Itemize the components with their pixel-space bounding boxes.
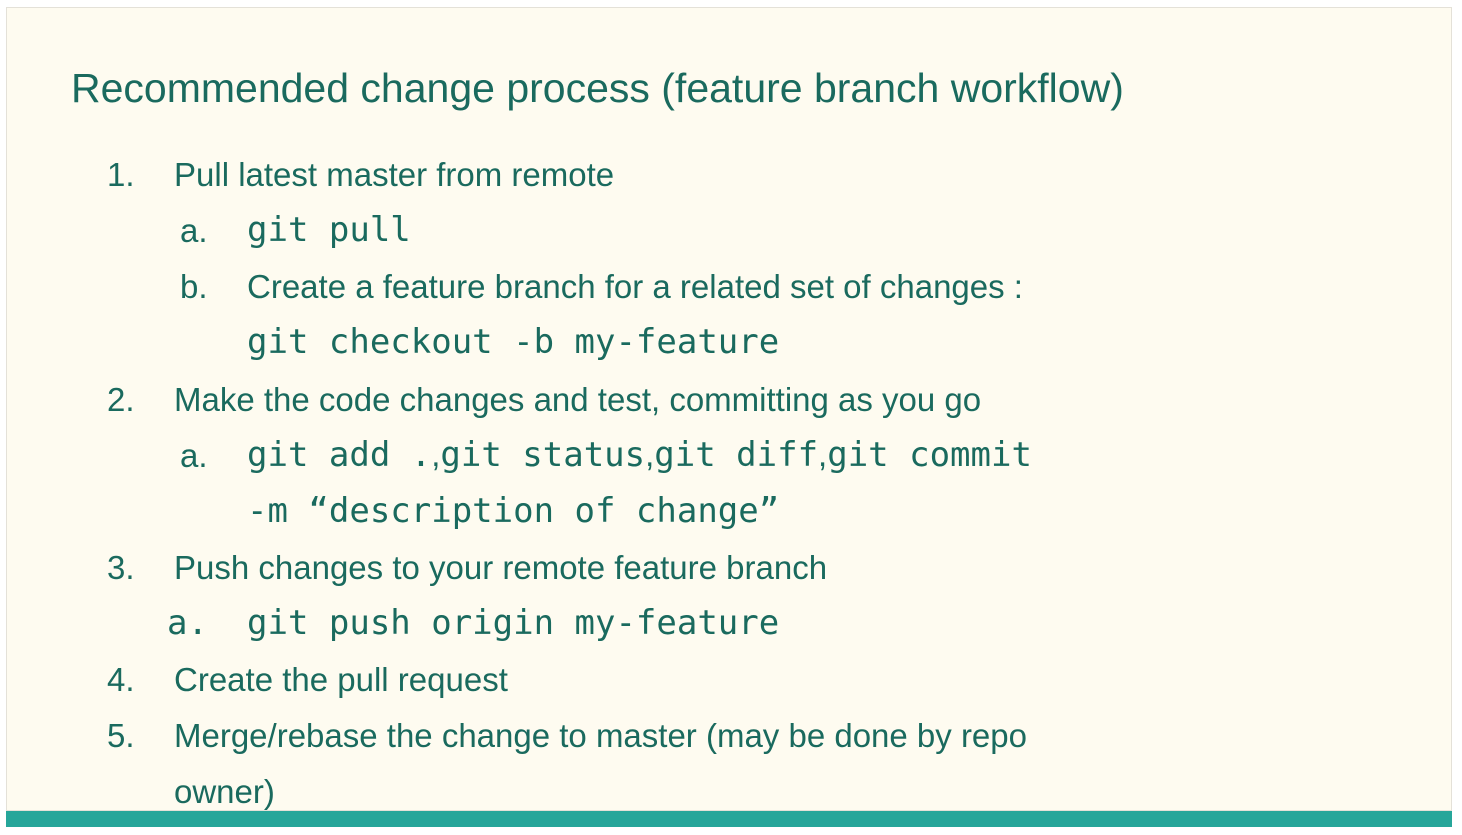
step-2a-separator: , bbox=[818, 436, 828, 473]
step-3-text: Push changes to your remote feature bran… bbox=[174, 549, 828, 586]
step-3a-code: git push origin my-feature bbox=[247, 603, 780, 643]
step-3a-marker: a. bbox=[167, 603, 208, 643]
step-1-text: Pull latest master from remote bbox=[174, 156, 615, 193]
step-2-number: 2. bbox=[107, 381, 135, 418]
step-3-number: 3. bbox=[107, 549, 135, 586]
step-2a-code-git-diff: git diff bbox=[654, 435, 819, 475]
step-2a-code-continued: -m “description of change” bbox=[247, 491, 780, 531]
step-2a-code-git-add: git add . bbox=[247, 435, 432, 475]
step-1a-marker: a. bbox=[180, 212, 208, 249]
step-4-text: Create the pull request bbox=[174, 661, 508, 698]
step-1b-code: git checkout -b my-feature bbox=[247, 322, 780, 362]
step-2a-marker: a. bbox=[180, 437, 208, 474]
step-1b-text: Create a feature branch for a related se… bbox=[247, 268, 1023, 305]
step-2a-code-line: git add .,git status,git diff,git commit bbox=[247, 435, 1032, 475]
step-2a-code-git-status: git status bbox=[440, 435, 646, 475]
step-5-number: 5. bbox=[107, 717, 135, 754]
step-5-text-continued: owner) bbox=[174, 773, 275, 810]
step-5-text: Merge/rebase the change to master (may b… bbox=[174, 717, 1027, 754]
step-1a-code: git pull bbox=[247, 210, 411, 250]
slide-title: Recommended change process (feature bran… bbox=[71, 65, 1124, 111]
step-2a-separator: , bbox=[645, 436, 655, 473]
step-2-text: Make the code changes and test, committi… bbox=[174, 381, 982, 418]
accent-bar bbox=[6, 811, 1452, 827]
step-4-number: 4. bbox=[107, 661, 135, 698]
step-1-number: 1. bbox=[107, 156, 135, 193]
step-1b-marker: b. bbox=[180, 268, 208, 305]
slide: Recommended change process (feature bran… bbox=[6, 7, 1452, 811]
step-2a-code-git-commit: git commit bbox=[827, 435, 1032, 475]
